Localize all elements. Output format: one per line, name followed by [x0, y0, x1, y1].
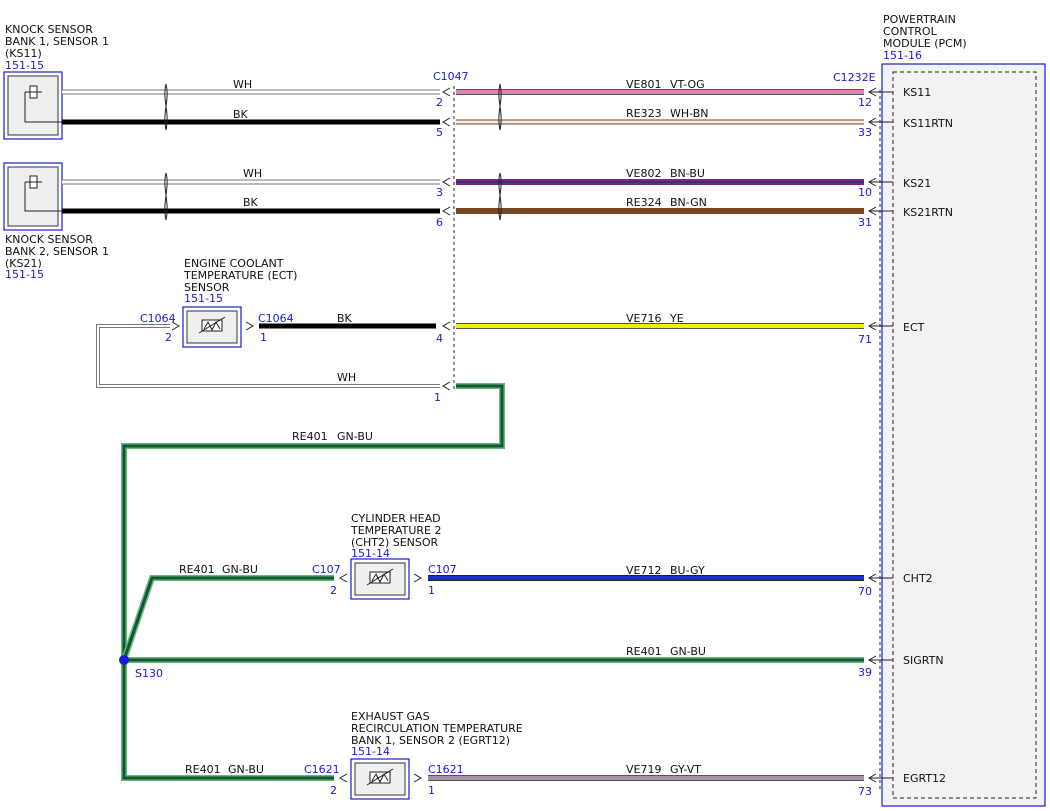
- pcm-signal-ect: ECT: [903, 321, 925, 334]
- ect-pin-left[interactable]: 2: [165, 331, 172, 344]
- c1047-pin-4[interactable]: 4: [436, 332, 443, 345]
- cht2-conn-right[interactable]: C107: [428, 563, 457, 576]
- pcm-module-box: [881, 63, 1046, 807]
- circuit-5-id: RE401: [292, 430, 328, 443]
- egrt-left-wire-color: GN-BU: [228, 763, 264, 776]
- cht2-conn-left[interactable]: C107: [312, 563, 341, 576]
- pcm-signal-egrt12: EGRT12: [903, 772, 946, 785]
- pcm-pin-number[interactable]: 73: [858, 785, 872, 798]
- pcm-signal-ks21: KS21: [903, 177, 931, 190]
- egrt-left-wire-id: RE401: [185, 763, 221, 776]
- circuit-4-color: YE: [669, 312, 684, 325]
- circuit-7-color: GN-BU: [670, 645, 706, 658]
- c1047-pin-6[interactable]: 6: [436, 216, 443, 229]
- c1047-pins: 2 5 3 6 4 1: [434, 96, 443, 404]
- circuit-2-id: VE802: [626, 167, 661, 180]
- pcm-pin-number[interactable]: 39: [858, 666, 872, 679]
- wiring-diagram: POWERTRAIN CONTROL MODULE (PCM) 151-16 C…: [3, 13, 1046, 807]
- c1047-pin-5[interactable]: 5: [436, 126, 443, 139]
- circuit-8-color: GY-VT: [670, 763, 701, 776]
- cht2-pin-right[interactable]: 1: [428, 584, 435, 597]
- pcm-pin-number[interactable]: 12: [858, 96, 872, 109]
- ect-conn-left[interactable]: C1064: [140, 312, 176, 325]
- pcm-pin-number[interactable]: 33: [858, 126, 872, 139]
- circuit-5-color: GN-BU: [337, 430, 373, 443]
- pcm-signal-ks11rtn: KS11RTN: [903, 117, 953, 130]
- cht2-ref[interactable]: 151-14: [351, 547, 390, 560]
- knock2-ref[interactable]: 151-15: [5, 268, 44, 281]
- egrt-pin-left[interactable]: 2: [330, 784, 337, 797]
- c1047-pin-1[interactable]: 1: [434, 391, 441, 404]
- circuit-1-id: RE323: [626, 107, 662, 120]
- pcm-pin-number[interactable]: 71: [858, 333, 872, 346]
- circuit-1-color: WH-BN: [670, 107, 709, 120]
- circuit-3-color: BN-GN: [670, 196, 707, 209]
- ect-wh-label: WH: [337, 371, 356, 384]
- egrt-conn-right[interactable]: C1621: [428, 763, 464, 776]
- egrt-pin-right[interactable]: 1: [428, 784, 435, 797]
- pcm-ref[interactable]: 151-16: [883, 49, 922, 62]
- circuit-0-id: VE801: [626, 78, 661, 91]
- circuit-4-id: VE716: [626, 312, 661, 325]
- knock1-wh-label: WH: [233, 78, 252, 91]
- c1047-pin-3[interactable]: 3: [436, 186, 443, 199]
- knock2-bk-label: BK: [243, 196, 259, 209]
- cht2-pin-left[interactable]: 2: [330, 584, 337, 597]
- ect-pin-right[interactable]: 1: [260, 331, 267, 344]
- pcm-signal-ks11: KS11: [903, 86, 931, 99]
- cht2-left-wire-color: GN-BU: [222, 563, 258, 576]
- c1047-label[interactable]: C1047: [433, 70, 469, 83]
- circuit-0-color: VT-OG: [670, 78, 705, 91]
- pcm-pin-numbers: 12 33 10 31 71 70 39 73: [858, 96, 872, 798]
- pcm-signal-ks21rtn: KS21RTN: [903, 206, 953, 219]
- c1047-pin-arrows: [441, 87, 451, 391]
- c1047-pin-2[interactable]: 2: [436, 96, 443, 109]
- pcm-signal-cht2: CHT2: [903, 572, 933, 585]
- pcm-pin-number[interactable]: 70: [858, 585, 872, 598]
- knock2-wh-label: WH: [243, 167, 262, 180]
- knock1-ref[interactable]: 151-15: [5, 59, 44, 72]
- gn-bu-network: [121, 383, 864, 781]
- splice-s130-label[interactable]: S130: [135, 667, 163, 680]
- circuit-8-id: VE719: [626, 763, 661, 776]
- egrt-conn-left[interactable]: C1621: [304, 763, 340, 776]
- pcm-pin-number[interactable]: 10: [858, 186, 872, 199]
- circuit-2-color: BN-BU: [670, 167, 705, 180]
- ect-conn-right[interactable]: C1064: [258, 312, 294, 325]
- circuit-7-id: RE401: [626, 645, 662, 658]
- knock1-bk-label: BK: [233, 108, 249, 121]
- egrt-ref[interactable]: 151-14: [351, 745, 390, 758]
- knock1-box-inner: [7, 75, 59, 136]
- pcm-signal-sigrtn: SIGRTN: [903, 654, 944, 667]
- ect-wh-wire: [97, 325, 440, 387]
- pcm-pin-number[interactable]: 31: [858, 216, 872, 229]
- ect-ref[interactable]: 151-15: [184, 292, 223, 305]
- splice-s130-dot[interactable]: [119, 655, 129, 665]
- circuit-3-id: RE324: [626, 196, 662, 209]
- ect-bk-label: BK: [337, 312, 353, 325]
- ect-wh-wire-outline: [96, 324, 440, 388]
- cht2-left-wire-id: RE401: [179, 563, 215, 576]
- pcm-connector-label[interactable]: C1232E: [833, 71, 876, 84]
